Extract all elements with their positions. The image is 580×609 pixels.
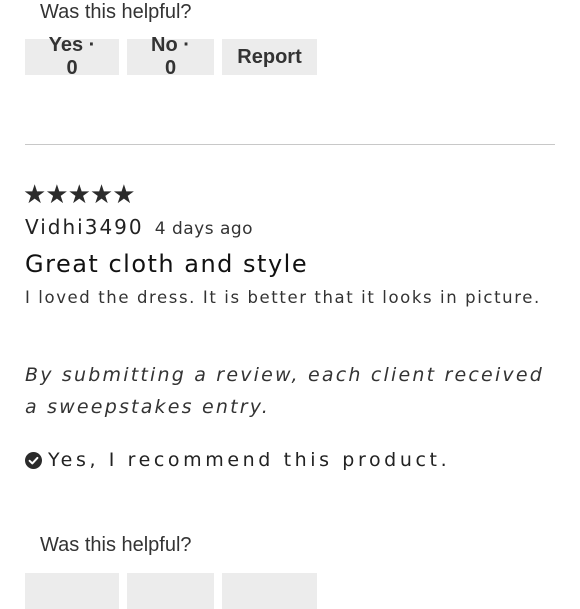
review-date: 4 days ago: [154, 219, 254, 239]
vote-no-button-bottom[interactable]: [127, 573, 214, 609]
review-body: I loved the dress. It is better that it …: [25, 288, 541, 307]
report-button-bottom[interactable]: [222, 573, 317, 609]
recommend-statement: Yes, I recommend this product.: [25, 447, 450, 473]
vote-yes-button-bottom[interactable]: [25, 573, 119, 609]
recommend-text: Yes, I recommend this product.: [48, 449, 451, 471]
sweepstakes-note: By submitting a review, each client rece…: [25, 364, 545, 418]
helpful-prompt: Was this helpful?: [40, 1, 192, 23]
helpful-prompt-bottom: Was this helpful?: [40, 534, 192, 556]
checkmark-circle-icon: [25, 451, 42, 469]
report-button[interactable]: Report: [222, 39, 317, 75]
helpful-vote-buttons: Yes · 0 No · 0 Report: [25, 34, 317, 79]
star-rating: ★★★★★: [23, 180, 136, 210]
reviewer-meta: Vidhi3490 4 days ago: [25, 214, 253, 242]
review-divider: [25, 144, 555, 145]
vote-no-button[interactable]: No · 0: [127, 34, 214, 79]
reviewer-name: Vidhi3490: [25, 215, 144, 239]
helpful-vote-buttons-bottom: [25, 573, 317, 609]
vote-yes-button[interactable]: Yes · 0: [25, 34, 119, 79]
review-title: Great cloth and style: [25, 250, 309, 278]
